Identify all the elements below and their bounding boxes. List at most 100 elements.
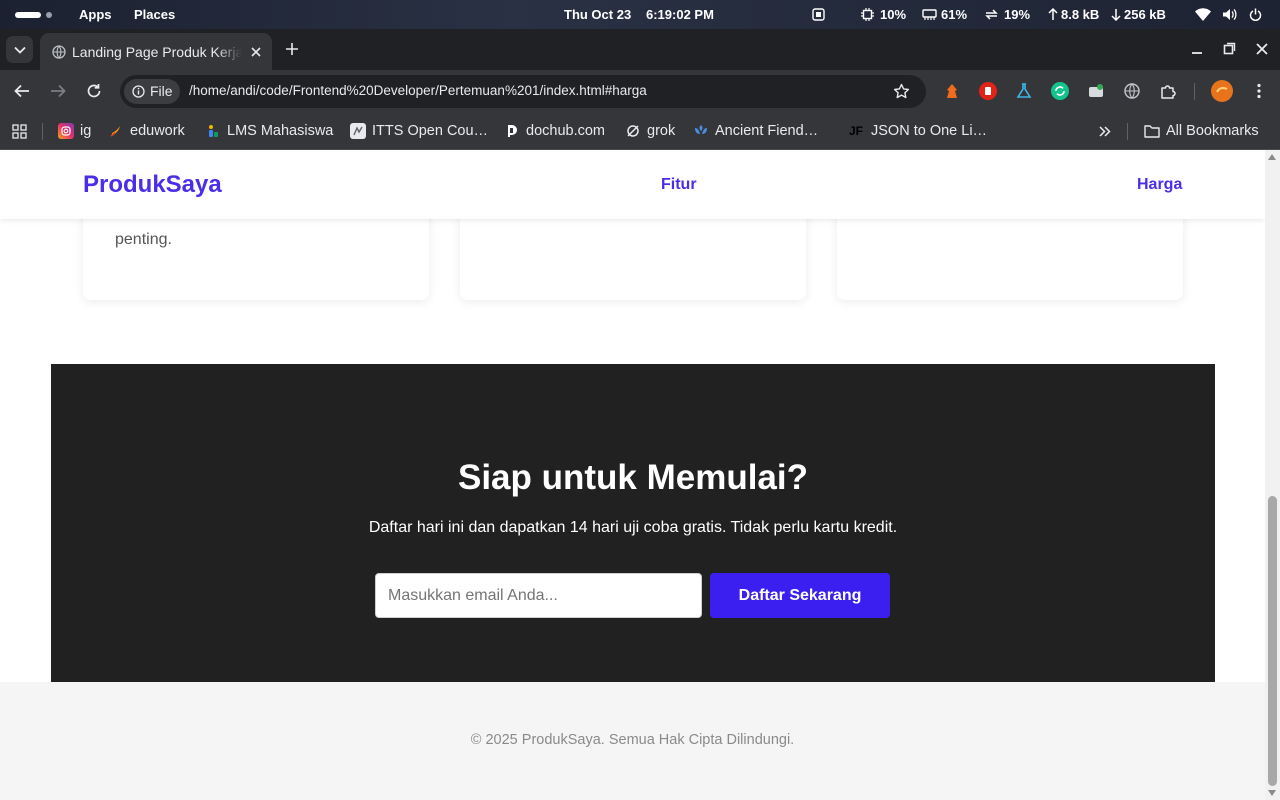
bookmark-label: Ancient Fiend…	[715, 123, 819, 139]
memory-icon	[922, 8, 937, 21]
scroll-up-arrow-icon[interactable]	[1268, 154, 1276, 160]
bookmark-label: LMS Mahasiswa	[227, 123, 334, 139]
bookmark-label: ig	[80, 123, 92, 139]
json-icon: JF	[848, 124, 863, 138]
clock-time[interactable]: 6:19:02 PM	[646, 7, 714, 22]
site-navbar: ProdukSaya Fitur Harga	[0, 150, 1265, 219]
lms-icon	[205, 123, 221, 139]
places-menu[interactable]: Places	[134, 7, 175, 22]
scrollbar-thumb[interactable]	[1268, 496, 1277, 786]
globe-icon	[52, 45, 66, 59]
eduwork-icon	[108, 123, 124, 139]
memory-value: 61%	[941, 7, 968, 22]
extension-globe-icon[interactable]	[1123, 82, 1141, 100]
extension-flask-icon[interactable]	[1015, 82, 1033, 100]
signup-button[interactable]: Daftar Sekarang	[710, 573, 890, 618]
bookmarks-divider	[42, 123, 43, 140]
address-bar[interactable]: File /home/andi/code/Frontend%20Develope…	[120, 75, 926, 108]
bookmark-label: JSON to One Li…	[871, 123, 988, 139]
cta-subtitle: Daftar hari ini dan dapatkan 14 hari uji…	[368, 519, 898, 536]
site-info-chip[interactable]: File	[124, 79, 180, 104]
bookmark-star-icon[interactable]	[893, 83, 910, 100]
upload-arrow-icon	[1048, 8, 1058, 21]
close-tab-icon[interactable]	[248, 44, 264, 60]
page-viewport[interactable]: penting. ProdukSaya Fitur Harga Siap unt…	[0, 150, 1265, 800]
swap-value: 19%	[1004, 7, 1031, 22]
apps-grid-icon[interactable]	[12, 124, 27, 139]
tab-title: Landing Page Produk Kerja	[72, 44, 242, 60]
grok-icon	[625, 123, 641, 139]
bookmark-ancient-fiend[interactable]: Ancient Fiend…	[693, 121, 818, 141]
upload-speed: 8.8 kB	[1061, 7, 1100, 22]
bookmark-ig[interactable]: ig	[58, 121, 91, 141]
browser-tab-strip: Landing Page Produk Kerja	[0, 29, 1280, 70]
bookmark-dochub[interactable]: dochub.com	[504, 121, 605, 141]
cpu-icon	[861, 8, 874, 21]
footer-copyright: © 2025 ProdukSaya. Semua Hak Cipta Dilin…	[470, 732, 795, 748]
forward-arrow-icon[interactable]	[49, 82, 67, 100]
more-menu-icon[interactable]	[1250, 82, 1268, 100]
bookmark-json-to-one-line[interactable]: JF JSON to One Li…	[847, 121, 987, 141]
system-top-bar: Apps Places Thu Oct 23 6:19:02 PM 10% 61…	[0, 0, 1280, 29]
bookmarks-bar: ig eduwork LMS Mahasiswa ITTS Open Cou… …	[0, 113, 1280, 150]
volume-icon[interactable]	[1222, 8, 1237, 21]
minimize-icon[interactable]	[1189, 41, 1205, 57]
close-window-icon[interactable]	[1254, 41, 1270, 57]
info-icon	[132, 85, 145, 98]
back-arrow-icon[interactable]	[13, 82, 31, 100]
scroll-down-arrow-icon[interactable]	[1268, 790, 1276, 796]
nav-link-fitur[interactable]: Fitur	[661, 176, 697, 194]
workspace-indicator[interactable]	[46, 12, 52, 18]
power-icon[interactable]	[1249, 8, 1262, 21]
cpu-value: 10%	[880, 7, 907, 22]
apps-menu[interactable]: Apps	[79, 7, 112, 22]
bookmark-lms-mahasiswa[interactable]: LMS Mahasiswa	[205, 121, 333, 141]
bookmark-grok[interactable]: grok	[625, 121, 675, 141]
page-scrollbar[interactable]	[1265, 150, 1280, 800]
chevron-double-right-icon[interactable]	[1098, 125, 1111, 138]
bookmarks-divider	[1127, 123, 1128, 140]
profile-avatar[interactable]	[1211, 80, 1233, 102]
maximize-icon[interactable]	[1221, 41, 1237, 57]
cta-title: Siap untuk Memulai?	[457, 458, 809, 497]
ancient-fiend-icon	[693, 123, 709, 139]
toolbar-divider	[1194, 83, 1195, 100]
swap-icon	[985, 8, 998, 21]
feature-card-text: penting.	[115, 231, 172, 248]
reload-icon[interactable]	[85, 82, 103, 100]
chevron-down-icon	[13, 46, 26, 54]
all-bookmarks-button[interactable]: All Bookmarks	[1144, 121, 1259, 141]
folder-icon	[1144, 123, 1160, 139]
dochub-icon	[504, 123, 520, 139]
download-arrow-icon	[1111, 8, 1121, 21]
cta-section: Siap untuk Memulai? Daftar hari ini dan …	[51, 364, 1215, 682]
itts-icon	[350, 123, 366, 139]
wifi-icon[interactable]	[1195, 8, 1211, 21]
instagram-icon	[58, 123, 74, 139]
bookmark-itts-open-course[interactable]: ITTS Open Cou…	[350, 121, 488, 141]
email-input[interactable]	[375, 573, 702, 618]
extension-box-icon[interactable]	[1087, 82, 1105, 100]
app-indicator-icon[interactable]	[812, 8, 825, 21]
workspace-indicator-active[interactable]	[15, 12, 41, 18]
bookmark-label: dochub.com	[526, 123, 605, 139]
download-speed: 256 kB	[1124, 7, 1166, 22]
all-bookmarks-label: All Bookmarks	[1166, 123, 1259, 139]
extension-icon[interactable]	[943, 82, 961, 100]
extension-sync-icon[interactable]	[1051, 82, 1069, 100]
nav-link-harga[interactable]: Harga	[1137, 176, 1182, 194]
scheme-label: File	[150, 83, 173, 99]
extension-stop-icon[interactable]	[979, 82, 997, 100]
bookmark-label: eduwork	[130, 123, 185, 139]
browser-tab-active[interactable]: Landing Page Produk Kerja	[40, 33, 272, 70]
bookmark-eduwork[interactable]: eduwork	[108, 121, 185, 141]
brand-logo[interactable]: ProdukSaya	[83, 171, 222, 199]
clock-date[interactable]: Thu Oct 23	[564, 7, 631, 22]
feature-card-text-cut	[115, 218, 365, 226]
tab-search-button[interactable]	[6, 36, 33, 63]
extensions-puzzle-icon[interactable]	[1159, 82, 1177, 100]
browser-toolbar: File /home/andi/code/Frontend%20Develope…	[0, 70, 1280, 113]
new-tab-icon[interactable]	[284, 41, 300, 57]
url-text[interactable]: /home/andi/code/Frontend%20Developer/Per…	[189, 83, 647, 98]
site-footer: © 2025 ProdukSaya. Semua Hak Cipta Dilin…	[0, 682, 1265, 800]
